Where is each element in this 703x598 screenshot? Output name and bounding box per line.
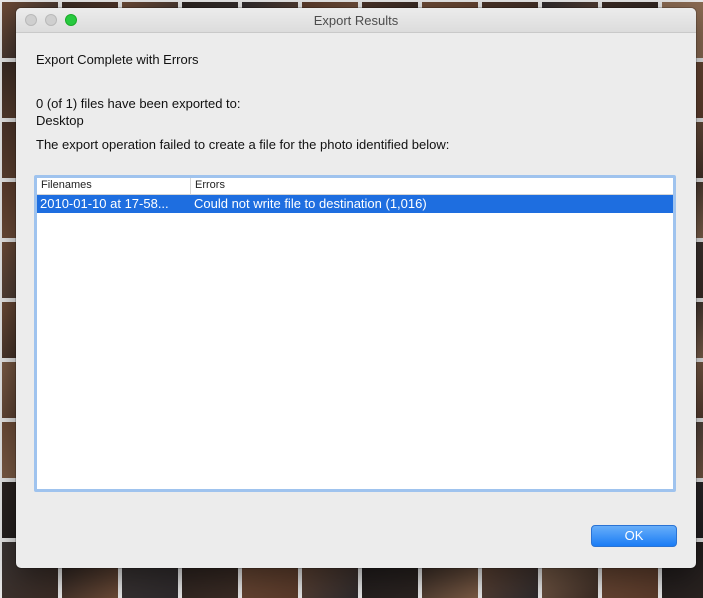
table-row[interactable]: 2010-01-10 at 17-58... Could not write f…: [37, 195, 673, 213]
column-header-filenames[interactable]: Filenames: [37, 178, 191, 194]
error-cell: Could not write file to destination (1,0…: [194, 196, 427, 211]
dialog-heading: Export Complete with Errors: [36, 52, 199, 67]
title-bar: Export Results: [16, 8, 696, 33]
summary-line: 0 (of 1) files have been exported to:: [36, 96, 241, 111]
table-header: Filenames Errors: [37, 178, 673, 195]
window-title: Export Results: [313, 13, 399, 28]
destination-label: Desktop: [36, 113, 84, 128]
export-summary: 0 (of 1) files have been exported to: De…: [36, 95, 241, 129]
column-header-errors[interactable]: Errors: [191, 178, 673, 194]
results-table[interactable]: Filenames Errors 2010-01-10 at 17-58... …: [34, 175, 676, 492]
failure-message: The export operation failed to create a …: [36, 137, 450, 152]
export-results-dialog: Export Results Export Complete with Erro…: [16, 8, 696, 568]
filename-cell: 2010-01-10 at 17-58...: [40, 196, 169, 211]
ok-button[interactable]: OK: [591, 525, 677, 547]
